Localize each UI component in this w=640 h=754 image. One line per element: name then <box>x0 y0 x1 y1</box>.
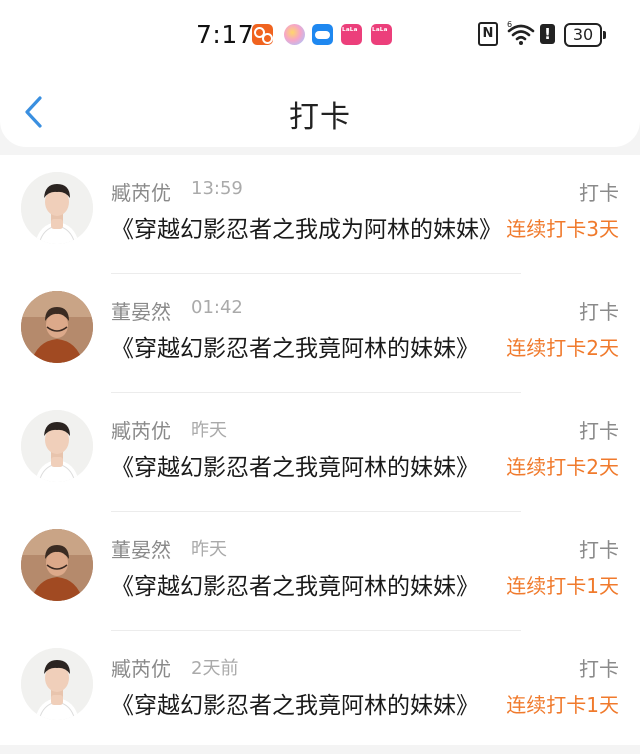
list-item[interactable]: 董晏然 昨天 打卡 《穿越幻影忍者之我竟阿林的妹妹》 连续打卡1天 <box>0 512 640 631</box>
streak-badge: 连续打卡2天 <box>506 455 619 479</box>
streak-badge: 连续打卡2天 <box>506 336 619 360</box>
streak-badge: 连续打卡1天 <box>506 693 619 717</box>
battery-level: 30 <box>572 25 594 44</box>
username[interactable]: 臧芮优 <box>111 177 171 206</box>
book-title[interactable]: 《穿越幻影忍者之我竟阿林的妹妹》 <box>111 686 503 720</box>
avatar[interactable] <box>21 648 93 720</box>
battery-icon: 30 <box>564 23 606 47</box>
avatar[interactable] <box>21 410 93 482</box>
book-title[interactable]: 《穿越幻影忍者之我竟阿林的妹妹》 <box>111 329 503 363</box>
checkin-label: 打卡 <box>579 300 619 324</box>
alert-icon: ! <box>540 24 555 44</box>
status-bar: 7:17 N 6 ! 30 <box>0 14 640 58</box>
wifi-6-icon: 6 <box>506 20 536 52</box>
streak-badge: 连续打卡3天 <box>506 217 619 241</box>
streak-badge: 连续打卡1天 <box>506 574 619 598</box>
checkin-label: 打卡 <box>579 538 619 562</box>
page-title: 打卡 <box>289 100 351 135</box>
timestamp: 13:59 <box>191 178 243 199</box>
app-icon-orange <box>252 24 273 45</box>
app-icon-gradient <box>284 24 305 45</box>
timestamp: 2天前 <box>191 658 239 679</box>
checkin-label: 打卡 <box>579 419 619 443</box>
username[interactable]: 臧芮优 <box>111 415 171 444</box>
username[interactable]: 董晏然 <box>111 534 171 563</box>
list-item[interactable]: 臧芮优 2天前 打卡 《穿越幻影忍者之我竟阿林的妹妹》 连续打卡1天 <box>0 631 640 750</box>
avatar[interactable] <box>21 172 93 244</box>
username[interactable]: 臧芮优 <box>111 653 171 682</box>
checkin-label: 打卡 <box>579 181 619 205</box>
header: 打卡 <box>0 80 640 146</box>
book-title[interactable]: 《穿越幻影忍者之我竟阿林的妹妹》 <box>111 567 503 601</box>
list-item[interactable]: 臧芮优 昨天 打卡 《穿越幻影忍者之我竟阿林的妹妹》 连续打卡2天 <box>0 393 640 512</box>
status-time: 7:17 <box>196 20 255 49</box>
timestamp: 01:42 <box>191 297 243 318</box>
nfc-icon: N <box>478 22 498 46</box>
book-title[interactable]: 《穿越幻影忍者之我成为阿林的妹妹》 <box>111 210 503 244</box>
checkin-page: 7:17 N 6 ! 30 <box>0 0 640 754</box>
top-card: 7:17 N 6 ! 30 <box>0 0 640 147</box>
timestamp: 昨天 <box>191 539 227 560</box>
list-item[interactable]: 董晏然 01:42 打卡 《穿越幻影忍者之我竟阿林的妹妹》 连续打卡2天 <box>0 274 640 393</box>
checkin-label: 打卡 <box>579 657 619 681</box>
username[interactable]: 董晏然 <box>111 296 171 325</box>
lala-app-icon <box>341 24 362 45</box>
cloud-app-icon <box>312 24 333 45</box>
lala-app-icon <box>371 24 392 45</box>
avatar[interactable] <box>21 291 93 363</box>
list-item[interactable]: 臧芮优 13:59 打卡 《穿越幻影忍者之我成为阿林的妹妹》 连续打卡3天 <box>0 155 640 274</box>
checkin-list: 臧芮优 13:59 打卡 《穿越幻影忍者之我成为阿林的妹妹》 连续打卡3天 董晏… <box>0 155 640 745</box>
svg-text:6: 6 <box>507 20 512 29</box>
timestamp: 昨天 <box>191 420 227 441</box>
book-title[interactable]: 《穿越幻影忍者之我竟阿林的妹妹》 <box>111 448 503 482</box>
avatar[interactable] <box>21 529 93 601</box>
